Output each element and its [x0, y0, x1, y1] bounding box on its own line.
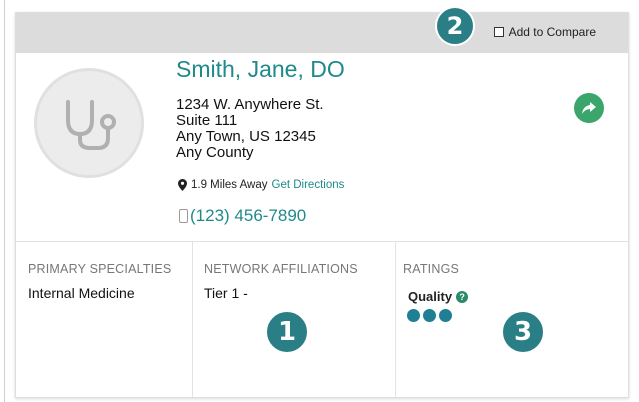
share-icon	[582, 102, 596, 114]
help-icon[interactable]: ?	[456, 290, 469, 303]
stethoscope-icon	[66, 100, 116, 150]
phone-row[interactable]: (123) 456-7890	[179, 206, 306, 226]
compare-label: Add to Compare	[508, 25, 596, 39]
callout-badge-1: 1	[265, 310, 309, 354]
share-button[interactable]	[574, 93, 604, 123]
phone-icon	[179, 209, 188, 223]
rating-dot	[439, 309, 452, 322]
rating-dot	[407, 309, 420, 322]
specialties-value: Internal Medicine	[28, 285, 135, 301]
provider-card: Add to Compare Smith, Jane, DO 1234 W. A…	[15, 6, 629, 399]
card-header-bar: Add to Compare	[16, 13, 628, 53]
checkbox-icon[interactable]	[493, 27, 504, 37]
quality-label-row: Quality ?	[408, 289, 469, 304]
specialties-heading: PRIMARY SPECIALTIES	[28, 262, 172, 276]
column-divider-2	[395, 241, 396, 399]
map-pin-icon	[178, 179, 187, 191]
rating-dot	[423, 309, 436, 322]
phone-number[interactable]: (123) 456-7890	[190, 206, 306, 226]
address-county: Any County	[176, 144, 254, 161]
quality-label: Quality	[408, 289, 453, 304]
address-line-3: Any Town, US 12345	[176, 128, 316, 145]
page-frame: Add to Compare Smith, Jane, DO 1234 W. A…	[0, 0, 639, 402]
network-value: Tier 1 -	[204, 285, 248, 301]
provider-address: 1234 W. Anywhere St. Suite 111 Any Town,…	[176, 97, 324, 161]
distance-row: 1.9 Miles Away Get Directions	[178, 179, 344, 191]
column-divider-1	[192, 241, 193, 399]
provider-avatar	[34, 68, 144, 178]
quality-rating	[407, 309, 452, 322]
address-line-2: Suite 111	[176, 112, 238, 129]
get-directions-link[interactable]: Get Directions	[272, 179, 345, 191]
address-line-1: 1234 W. Anywhere St.	[176, 96, 324, 113]
distance-text: 1.9 Miles Away	[191, 179, 268, 191]
callout-badge-2: 2	[435, 6, 475, 46]
ratings-heading: RATINGS	[403, 262, 460, 276]
callout-badge-3: 3	[501, 310, 545, 354]
provider-name[interactable]: Smith, Jane, DO	[176, 56, 345, 83]
add-to-compare[interactable]: Add to Compare	[493, 25, 596, 39]
section-divider	[16, 241, 628, 242]
network-heading: NETWORK AFFILIATIONS	[204, 262, 358, 276]
left-border	[4, 0, 5, 402]
